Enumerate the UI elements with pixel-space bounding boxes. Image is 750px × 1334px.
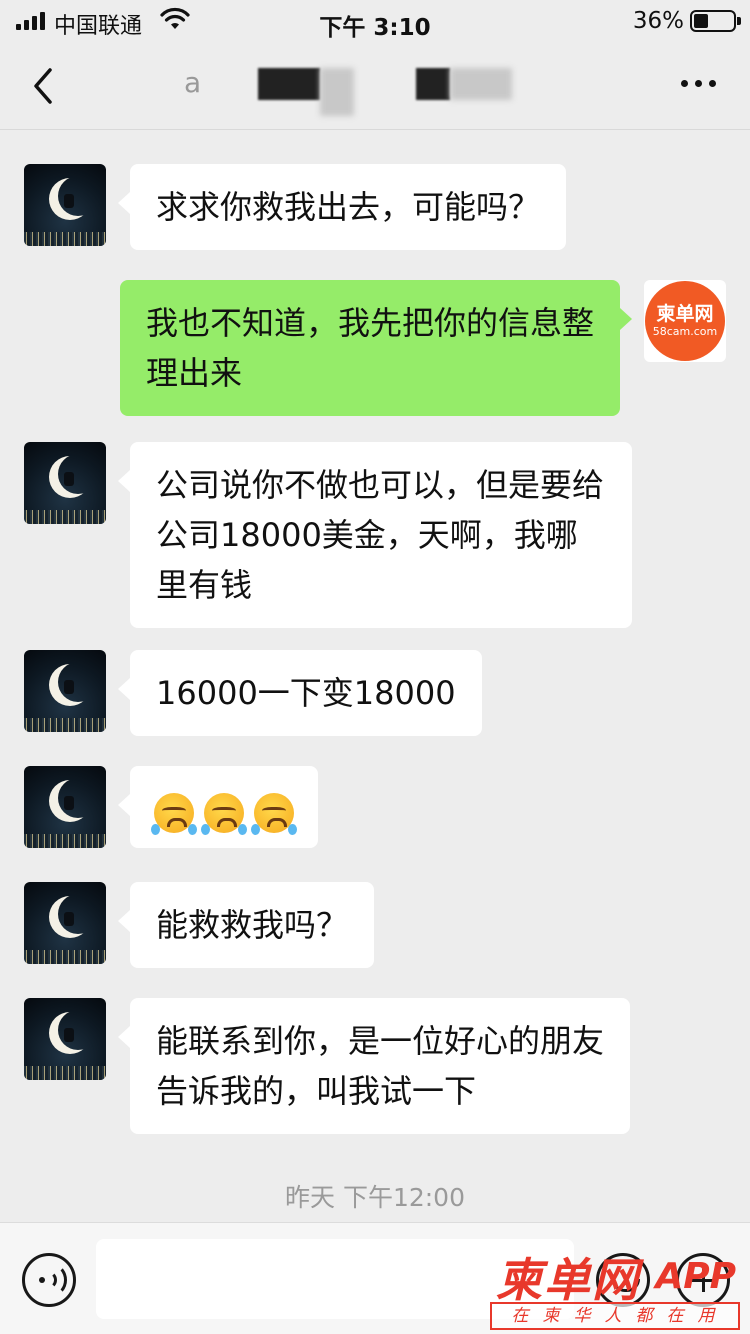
watermark-app: APP [655,1256,736,1297]
message-bubble-sent[interactable]: 我也不知道，我先把你的信息整理出来 [120,280,632,416]
chat-title-text: a [184,66,202,99]
watermark: 柬单网 APP 在柬华人都在用 [488,1244,742,1332]
crying-angry-emoji-icon [201,793,248,835]
message-timestamp: 昨天 下午12:00 [285,1183,465,1212]
status-bar: 中国联通 下午 3:10 36% [0,0,750,42]
message-text: 能联系到你，是一位好心的朋友告诉我的，叫我试一下 [156,1022,605,1110]
contact-avatar[interactable] [24,164,106,246]
self-avatar[interactable]: 柬单网 58cam.com [644,280,726,362]
message-text: 我也不知道，我先把你的信息整理出来 [146,304,595,392]
message-text: 能救救我吗？ [156,906,349,944]
message-bubble[interactable]: 能救救我吗？ [117,882,375,968]
brand-logo: 柬单网 58cam.com [645,281,725,361]
message-bubble[interactable]: 能联系到你，是一位好心的朋友告诉我的，叫我试一下 [118,998,630,1134]
message-list[interactable]: 求求你救我出去，可能吗？ 柬单网 58cam.com 我也不知道，我先把你的信息… [0,130,750,1222]
redaction-blur [320,68,354,116]
crying-angry-emoji-icon [251,793,298,835]
contact-avatar[interactable] [24,442,106,524]
message-bubble[interactable] [117,766,319,848]
chat-title: a [180,62,580,116]
message-bubble[interactable]: 16000一下变18000 [118,650,482,736]
message-bubble[interactable]: 公司说你不做也可以，但是要给公司18000美金，天啊，我哪里有钱 [118,442,632,628]
battery-icon [690,10,741,32]
contact-avatar[interactable] [24,766,106,848]
voice-icon[interactable] [22,1253,76,1307]
message-bubble[interactable]: 求求你救我出去，可能吗？ [117,164,567,250]
watermark-slogan: 在柬华人都在用 [490,1302,740,1330]
contact-avatar[interactable] [24,882,106,964]
battery-percent: 36% [632,8,684,34]
message-text: 求求你救我出去，可能吗？ [156,188,541,226]
contact-avatar[interactable] [24,650,106,732]
chat-header: a [0,42,750,130]
more-icon[interactable] [681,80,716,87]
watermark-brand: 柬单网 [496,1253,640,1307]
crying-angry-emoji-icon [151,793,197,835]
redaction-block [416,68,450,100]
message-text: 公司说你不做也可以，但是要给公司18000美金，天啊，我哪里有钱 [156,466,605,604]
back-icon[interactable] [24,64,64,108]
contact-avatar[interactable] [24,998,106,1080]
redaction-blur [450,68,512,100]
redaction-block [258,68,320,100]
message-text: 16000一下变18000 [156,674,456,712]
